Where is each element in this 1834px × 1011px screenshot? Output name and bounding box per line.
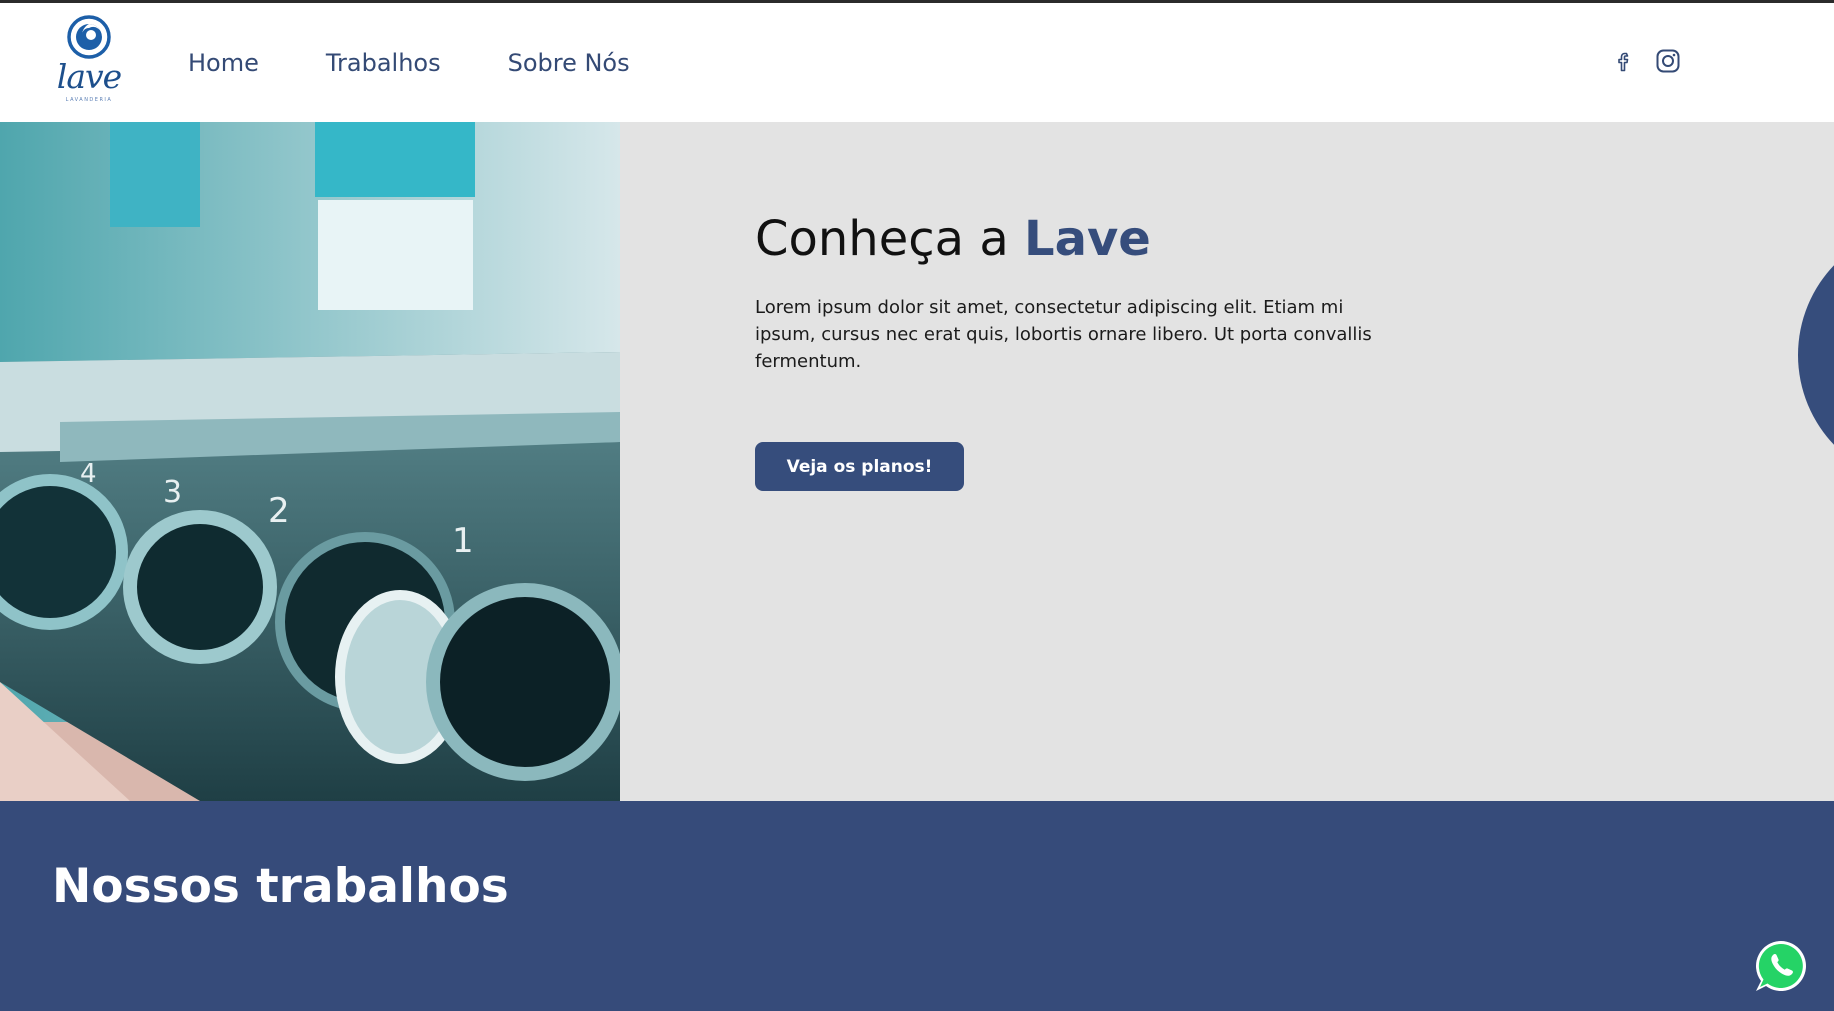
laundromat-illustration: 2 3 4 1	[0, 122, 620, 801]
svg-text:4: 4	[80, 459, 97, 489]
svg-text:3: 3	[163, 475, 182, 510]
facebook-icon	[1618, 52, 1629, 72]
facebook-link[interactable]	[1610, 47, 1638, 75]
works-title: Nossos trabalhos	[52, 859, 509, 914]
logo-tagline: LAVANDERIA	[65, 97, 113, 103]
svg-text:2: 2	[268, 491, 290, 531]
social-links	[1610, 47, 1682, 75]
main-nav: Home Trabalhos Sobre Nós	[188, 47, 697, 79]
decorative-circle	[1798, 225, 1834, 485]
hero-image-laundromat: 2 3 4 1	[0, 122, 620, 801]
nav-trabalhos[interactable]: Trabalhos	[326, 47, 441, 79]
hero-description: Lorem ipsum dolor sit amet, consectetur …	[755, 297, 1372, 372]
whatsapp-icon	[1756, 941, 1806, 991]
instagram-icon	[1656, 49, 1680, 73]
hero-content: Conheça a Lave Lorem ipsum dolor sit ame…	[620, 122, 1834, 801]
whatsapp-button[interactable]	[1752, 937, 1810, 995]
nav-sobre-nos[interactable]: Sobre Nós	[508, 47, 630, 79]
nav-home[interactable]: Home	[188, 47, 259, 79]
works-section: Nossos trabalhos	[0, 801, 1834, 1011]
svg-text:1: 1	[452, 521, 474, 561]
logo-swirl-icon	[67, 15, 111, 59]
hero-title-prefix: Conheça a	[755, 211, 1009, 267]
instagram-link[interactable]	[1654, 47, 1682, 75]
see-plans-button[interactable]: Veja os planos!	[755, 442, 964, 491]
logo-wordmark: lave	[56, 57, 122, 96]
site-header: lave LAVANDERIA Home Trabalhos Sobre Nós	[0, 3, 1834, 122]
hero-title: Conheça a Lave	[755, 208, 1151, 270]
logo[interactable]: lave LAVANDERIA	[56, 15, 122, 107]
hero-title-accent: Lave	[1024, 211, 1151, 267]
